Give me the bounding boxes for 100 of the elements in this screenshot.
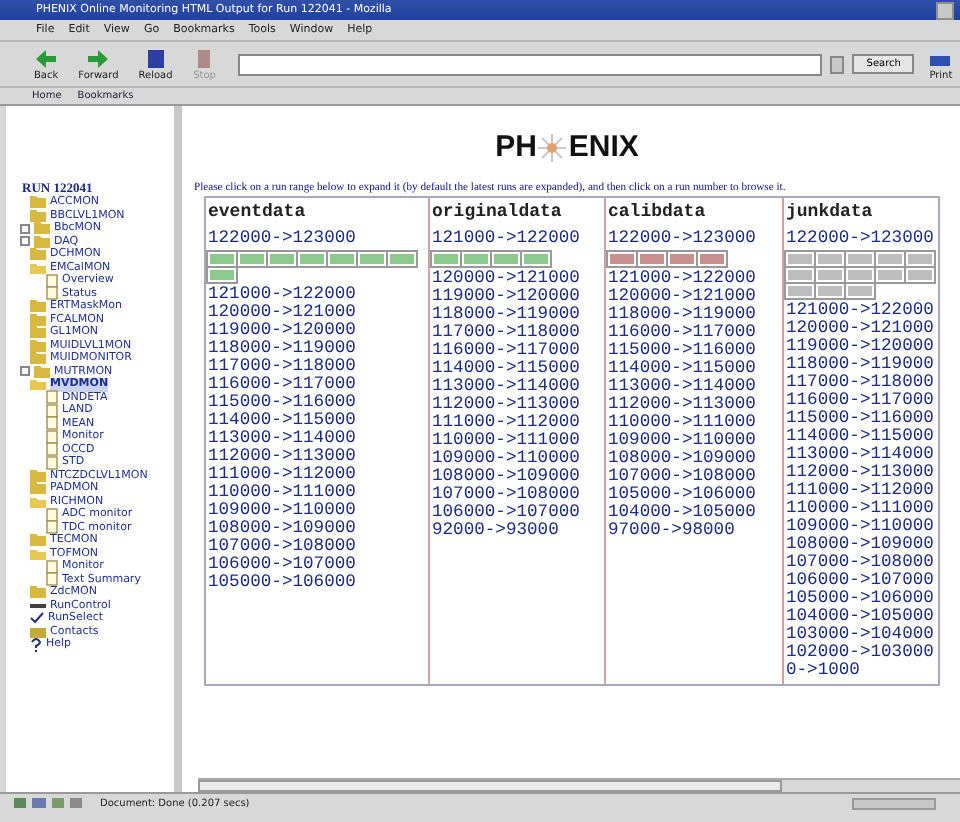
run-range-link[interactable]: 118000->119000 [608, 306, 780, 324]
run-range-link[interactable]: 121000->122000 [432, 230, 602, 248]
run-range-link[interactable]: 112000->113000 [608, 396, 780, 414]
run-chip[interactable] [786, 252, 814, 266]
dropdown-button[interactable] [830, 55, 845, 73]
expand-icon[interactable] [20, 366, 30, 377]
run-range-link[interactable]: 109000->110000 [432, 450, 602, 468]
run-range-link[interactable]: 121000->122000 [608, 270, 780, 288]
run-chip[interactable] [846, 268, 874, 282]
run-range-link[interactable]: 120000->121000 [208, 304, 426, 322]
run-range-link[interactable]: 97000->98000 [608, 522, 780, 540]
run-range-link[interactable]: 107000->108000 [432, 486, 602, 504]
run-range-link[interactable]: 117000->118000 [786, 374, 936, 392]
run-range-link[interactable]: 109000->110000 [208, 502, 426, 520]
run-chip[interactable] [816, 252, 844, 266]
run-range-link[interactable]: 119000->120000 [432, 288, 602, 306]
horizontal-scrollbar[interactable] [198, 778, 960, 792]
run-range-link[interactable]: 102000->103000 [786, 644, 936, 662]
run-range-link[interactable]: 105000->106000 [608, 486, 780, 504]
run-chip[interactable] [816, 284, 844, 298]
run-range-link[interactable]: 115000->116000 [786, 410, 936, 428]
run-range-link[interactable]: 108000->109000 [432, 468, 602, 486]
address-field[interactable] [238, 53, 823, 75]
run-chip[interactable] [638, 252, 666, 266]
expand-icon[interactable] [20, 223, 30, 234]
run-range-link[interactable]: 92000->93000 [432, 522, 602, 540]
run-range-link[interactable]: 121000->122000 [208, 286, 426, 304]
run-chip[interactable] [816, 268, 844, 282]
run-chip[interactable] [208, 268, 236, 282]
run-range-link[interactable]: 110000->111000 [786, 500, 936, 518]
run-range-link[interactable]: 108000->109000 [608, 450, 780, 468]
run-chip[interactable] [208, 252, 236, 266]
run-range-link[interactable]: 114000->115000 [786, 428, 936, 446]
run-chip[interactable] [786, 284, 814, 298]
run-range-link[interactable]: 117000->118000 [432, 324, 602, 342]
run-range-link[interactable]: 110000->111000 [608, 414, 780, 432]
run-range-link[interactable]: 116000->117000 [786, 392, 936, 410]
run-range-link[interactable]: 119000->120000 [786, 338, 936, 356]
run-chip[interactable] [238, 252, 266, 266]
run-range-link[interactable]: 117000->118000 [208, 358, 426, 376]
run-range-link[interactable]: 116000->117000 [432, 342, 602, 360]
run-chip[interactable] [328, 252, 356, 266]
run-range-link[interactable]: 113000->114000 [208, 430, 426, 448]
run-range-link[interactable]: 112000->113000 [208, 448, 426, 466]
run-chip[interactable] [698, 252, 726, 266]
run-range-link[interactable]: 118000->119000 [786, 356, 936, 374]
run-range-link[interactable]: 105000->106000 [208, 574, 426, 592]
run-range-link[interactable]: 113000->114000 [786, 446, 936, 464]
run-chip[interactable] [608, 252, 636, 266]
run-range-link[interactable]: 104000->105000 [608, 504, 780, 522]
run-range-link[interactable]: 113000->114000 [432, 378, 602, 396]
run-range-link[interactable]: 108000->109000 [786, 536, 936, 554]
run-range-link[interactable]: 107000->108000 [608, 468, 780, 486]
run-range-link[interactable]: 122000->123000 [786, 230, 936, 248]
run-chip[interactable] [298, 252, 326, 266]
run-chip[interactable] [462, 252, 490, 266]
run-range-link[interactable]: 0->1000 [786, 662, 936, 680]
run-range-link[interactable]: 108000->109000 [208, 520, 426, 538]
run-chip[interactable] [906, 252, 934, 266]
run-range-link[interactable]: 112000->113000 [432, 396, 602, 414]
run-range-link[interactable]: 110000->111000 [208, 484, 426, 502]
run-range-link[interactable]: 109000->110000 [608, 432, 780, 450]
run-chip[interactable] [492, 252, 520, 266]
run-range-link[interactable]: 111000->112000 [786, 482, 936, 500]
expand-icon[interactable] [20, 236, 30, 247]
run-chip[interactable] [846, 252, 874, 266]
run-range-link[interactable]: 110000->111000 [432, 432, 602, 450]
run-range-link[interactable]: 105000->106000 [786, 590, 936, 608]
run-chip[interactable] [876, 268, 904, 282]
run-range-link[interactable]: 118000->119000 [208, 340, 426, 358]
run-range-link[interactable]: 106000->107000 [208, 556, 426, 574]
run-range-link[interactable]: 114000->115000 [608, 360, 780, 378]
minimize-button[interactable] [936, 1, 954, 19]
run-range-link[interactable]: 106000->107000 [786, 572, 936, 590]
run-range-link[interactable]: 120000->121000 [608, 288, 780, 306]
run-range-link[interactable]: 106000->107000 [432, 504, 602, 522]
run-range-link[interactable]: 103000->104000 [786, 626, 936, 644]
run-range-link[interactable]: 112000->113000 [786, 464, 936, 482]
run-chip[interactable] [268, 252, 296, 266]
run-range-link[interactable]: 116000->117000 [208, 376, 426, 394]
run-range-link[interactable]: 113000->114000 [608, 378, 780, 396]
run-range-link[interactable]: 114000->115000 [432, 360, 602, 378]
run-range-link[interactable]: 115000->116000 [208, 394, 426, 412]
run-chip[interactable] [906, 268, 934, 282]
run-chip[interactable] [432, 252, 460, 266]
run-range-link[interactable]: 116000->117000 [608, 324, 780, 342]
run-chip[interactable] [358, 252, 386, 266]
run-range-link[interactable]: 107000->108000 [208, 538, 426, 556]
run-range-link[interactable]: 120000->121000 [786, 320, 936, 338]
run-range-link[interactable]: 104000->105000 [786, 608, 936, 626]
run-chip[interactable] [876, 252, 904, 266]
run-chip[interactable] [846, 284, 874, 298]
run-range-link[interactable]: 114000->115000 [208, 412, 426, 430]
run-range-link[interactable]: 122000->123000 [208, 230, 426, 248]
run-range-link[interactable]: 115000->116000 [608, 342, 780, 360]
run-chip[interactable] [522, 252, 550, 266]
run-range-link[interactable]: 120000->121000 [432, 270, 602, 288]
run-range-link[interactable]: 118000->119000 [432, 306, 602, 324]
run-range-link[interactable]: 111000->112000 [432, 414, 602, 432]
run-range-link[interactable]: 109000->110000 [786, 518, 936, 536]
